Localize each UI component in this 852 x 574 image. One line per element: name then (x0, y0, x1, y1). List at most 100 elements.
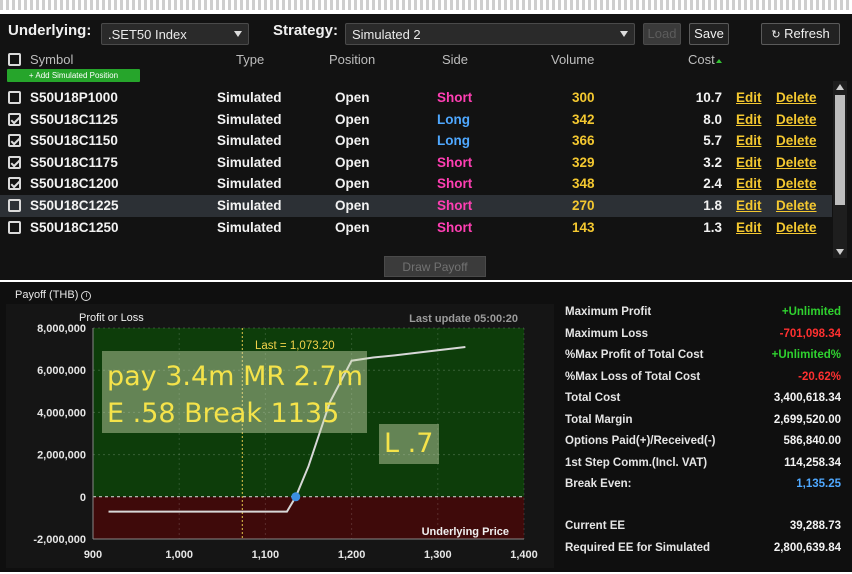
breakeven-marker (291, 492, 301, 502)
edit-link[interactable]: Edit (736, 220, 762, 235)
header-type[interactable]: Type (236, 52, 264, 67)
y-tick-label: -2,000,000 (33, 534, 86, 546)
stat-value: 2,800,639.84 (773, 542, 841, 554)
info-icon[interactable]: i (81, 291, 92, 301)
delete-link[interactable]: Delete (776, 90, 817, 105)
draw-payoff-button[interactable]: Draw Payoff (384, 256, 486, 277)
volume-cell: 366 (572, 133, 595, 148)
x-tick-label: 1,200 (338, 549, 366, 561)
table-row[interactable]: S50U18C1200 Simulated Open Short 348 2.4 Edit D… (0, 173, 832, 195)
table-row[interactable]: S50U18C1250 Simulated Open Short 143 1.3 Edit D… (0, 217, 832, 239)
delete-link[interactable]: Delete (776, 220, 817, 235)
payoff-chart-svg: 8,000,000 6,000,000 4,000,000 2,000,000 0 -2,… (33, 312, 538, 561)
position-cell: Open (335, 155, 370, 170)
cost-cell: 8.0 (703, 112, 722, 127)
scroll-up-icon[interactable] (836, 84, 844, 90)
cost-cell: 5.7 (703, 133, 722, 148)
cost-cell: 1.8 (703, 198, 722, 213)
row-checkbox[interactable] (8, 91, 21, 104)
delete-link[interactable]: Delete (776, 176, 817, 191)
select-all-checkbox[interactable] (8, 53, 21, 66)
scroll-thumb[interactable] (835, 95, 845, 205)
annotation-small: L .7 (379, 424, 439, 464)
header-volume[interactable]: Volume (551, 52, 594, 67)
underlying-select[interactable]: .SET50 Index (101, 23, 249, 45)
edit-link[interactable]: Edit (736, 133, 762, 148)
type-cell: Simulated (217, 220, 282, 235)
row-checkbox[interactable] (8, 113, 21, 126)
stat-label: Total Cost (565, 392, 621, 404)
stat-label: Maximum Profit (565, 306, 652, 318)
row-checkbox[interactable] (8, 156, 21, 169)
table-row-partial (0, 238, 832, 244)
header-cost[interactable]: Cost (688, 52, 715, 67)
table-row[interactable]: S50U18C1125 Simulated Open Long 342 8.0 Edit De… (0, 109, 832, 131)
scroll-down-icon[interactable] (836, 249, 844, 255)
cost-cell: 1.3 (703, 220, 722, 235)
delete-link[interactable]: Delete (776, 198, 817, 213)
table-row[interactable]: S50U18P1000 Simulated Open Short 300 10.7 Edit… (0, 87, 832, 109)
cost-cell: 10.7 (695, 90, 722, 105)
type-cell: Simulated (217, 133, 282, 148)
edit-link[interactable]: Edit (736, 198, 762, 213)
stat-row: Total Margin 2,699,520.00 (565, 414, 841, 434)
delete-link[interactable]: Delete (776, 133, 817, 148)
symbol-cell: S50U18C1225 (30, 198, 119, 213)
volume-cell: 300 (572, 90, 595, 105)
edit-link[interactable]: Edit (736, 112, 762, 127)
header-side[interactable]: Side (442, 52, 468, 67)
delete-link[interactable]: Delete (776, 112, 817, 127)
y-axis-label: Profit or Loss (79, 312, 144, 324)
stat-value: +Unlimited% (771, 349, 841, 361)
edit-link[interactable]: Edit (736, 155, 762, 170)
table-row[interactable]: S50U18C1150 Simulated Open Long 366 5.7 Edit De… (0, 130, 832, 152)
row-checkbox[interactable] (8, 177, 21, 190)
strategy-select[interactable]: Simulated 2 (345, 23, 635, 45)
stat-value: +Unlimited (781, 306, 841, 318)
edit-link[interactable]: Edit (736, 176, 762, 191)
positions-list: S50U18P1000 Simulated Open Short 300 10.7 Edit… (0, 87, 832, 244)
delete-link[interactable]: Delete (776, 155, 817, 170)
y-tick-label: 2,000,000 (37, 450, 86, 462)
load-button[interactable]: Load (643, 23, 681, 45)
add-simulated-position-button[interactable]: + Add Simulated Position (7, 69, 140, 82)
stat-row: %Max Loss of Total Cost -20.62% (565, 371, 841, 391)
position-cell: Open (335, 220, 370, 235)
symbol-cell: S50U18C1175 (30, 155, 118, 170)
payoff-chart: 8,000,000 6,000,000 4,000,000 2,000,000 0 -2,… (6, 304, 554, 568)
side-cell: Short (437, 155, 473, 170)
annotation-overlay: pay 3.4m MR 2.7m E .58 Break 1135 (102, 351, 367, 433)
header-position[interactable]: Position (329, 52, 375, 67)
x-tick-label: 1,400 (510, 549, 538, 561)
underlying-value: .SET50 Index (108, 27, 187, 42)
stat-label: Total Margin (565, 414, 633, 426)
side-cell: Long (437, 133, 470, 148)
strategy-value: Simulated 2 (352, 27, 421, 42)
annotation-line-2: E .58 Break 1135 (107, 398, 340, 429)
header-symbol[interactable]: Symbol (30, 52, 73, 67)
table-scrollbar[interactable] (833, 81, 847, 258)
edit-link[interactable]: Edit (736, 90, 762, 105)
row-checkbox[interactable] (8, 134, 21, 147)
cost-cell: 3.2 (703, 155, 722, 170)
x-tick-label: 900 (84, 549, 102, 561)
symbol-cell: S50U18C1125 (30, 112, 118, 127)
save-button[interactable]: Save (689, 23, 729, 45)
chevron-down-icon (620, 31, 628, 37)
x-tick-label: 1,300 (424, 549, 452, 561)
stat-value: 1,135.25 (796, 478, 841, 490)
row-checkbox[interactable] (8, 199, 21, 212)
refresh-button[interactable]: ↻ Refresh (761, 23, 840, 45)
row-checkbox[interactable] (8, 221, 21, 234)
symbol-cell: S50U18C1200 (30, 176, 119, 191)
stat-row: Required EE for Simulated 2,800,639.84 (565, 542, 841, 562)
side-cell: Short (437, 198, 473, 213)
table-row[interactable]: S50U18C1225 Simulated Open Short 270 1.8 Edit D… (0, 195, 832, 217)
stat-value: 586,840.00 (783, 435, 841, 447)
toolbar: Underlying: .SET50 Index Strategy: Simul… (0, 14, 852, 50)
stat-row: Maximum Loss -701,098.34 (565, 328, 841, 348)
stat-row: 1st Step Comm.(Incl. VAT) 114,258.34 (565, 457, 841, 477)
volume-cell: 143 (572, 220, 595, 235)
table-row[interactable]: S50U18C1175 Simulated Open Short 329 3.2 Edit D… (0, 152, 832, 174)
stat-row: %Max Profit of Total Cost +Unlimited% (565, 349, 841, 369)
